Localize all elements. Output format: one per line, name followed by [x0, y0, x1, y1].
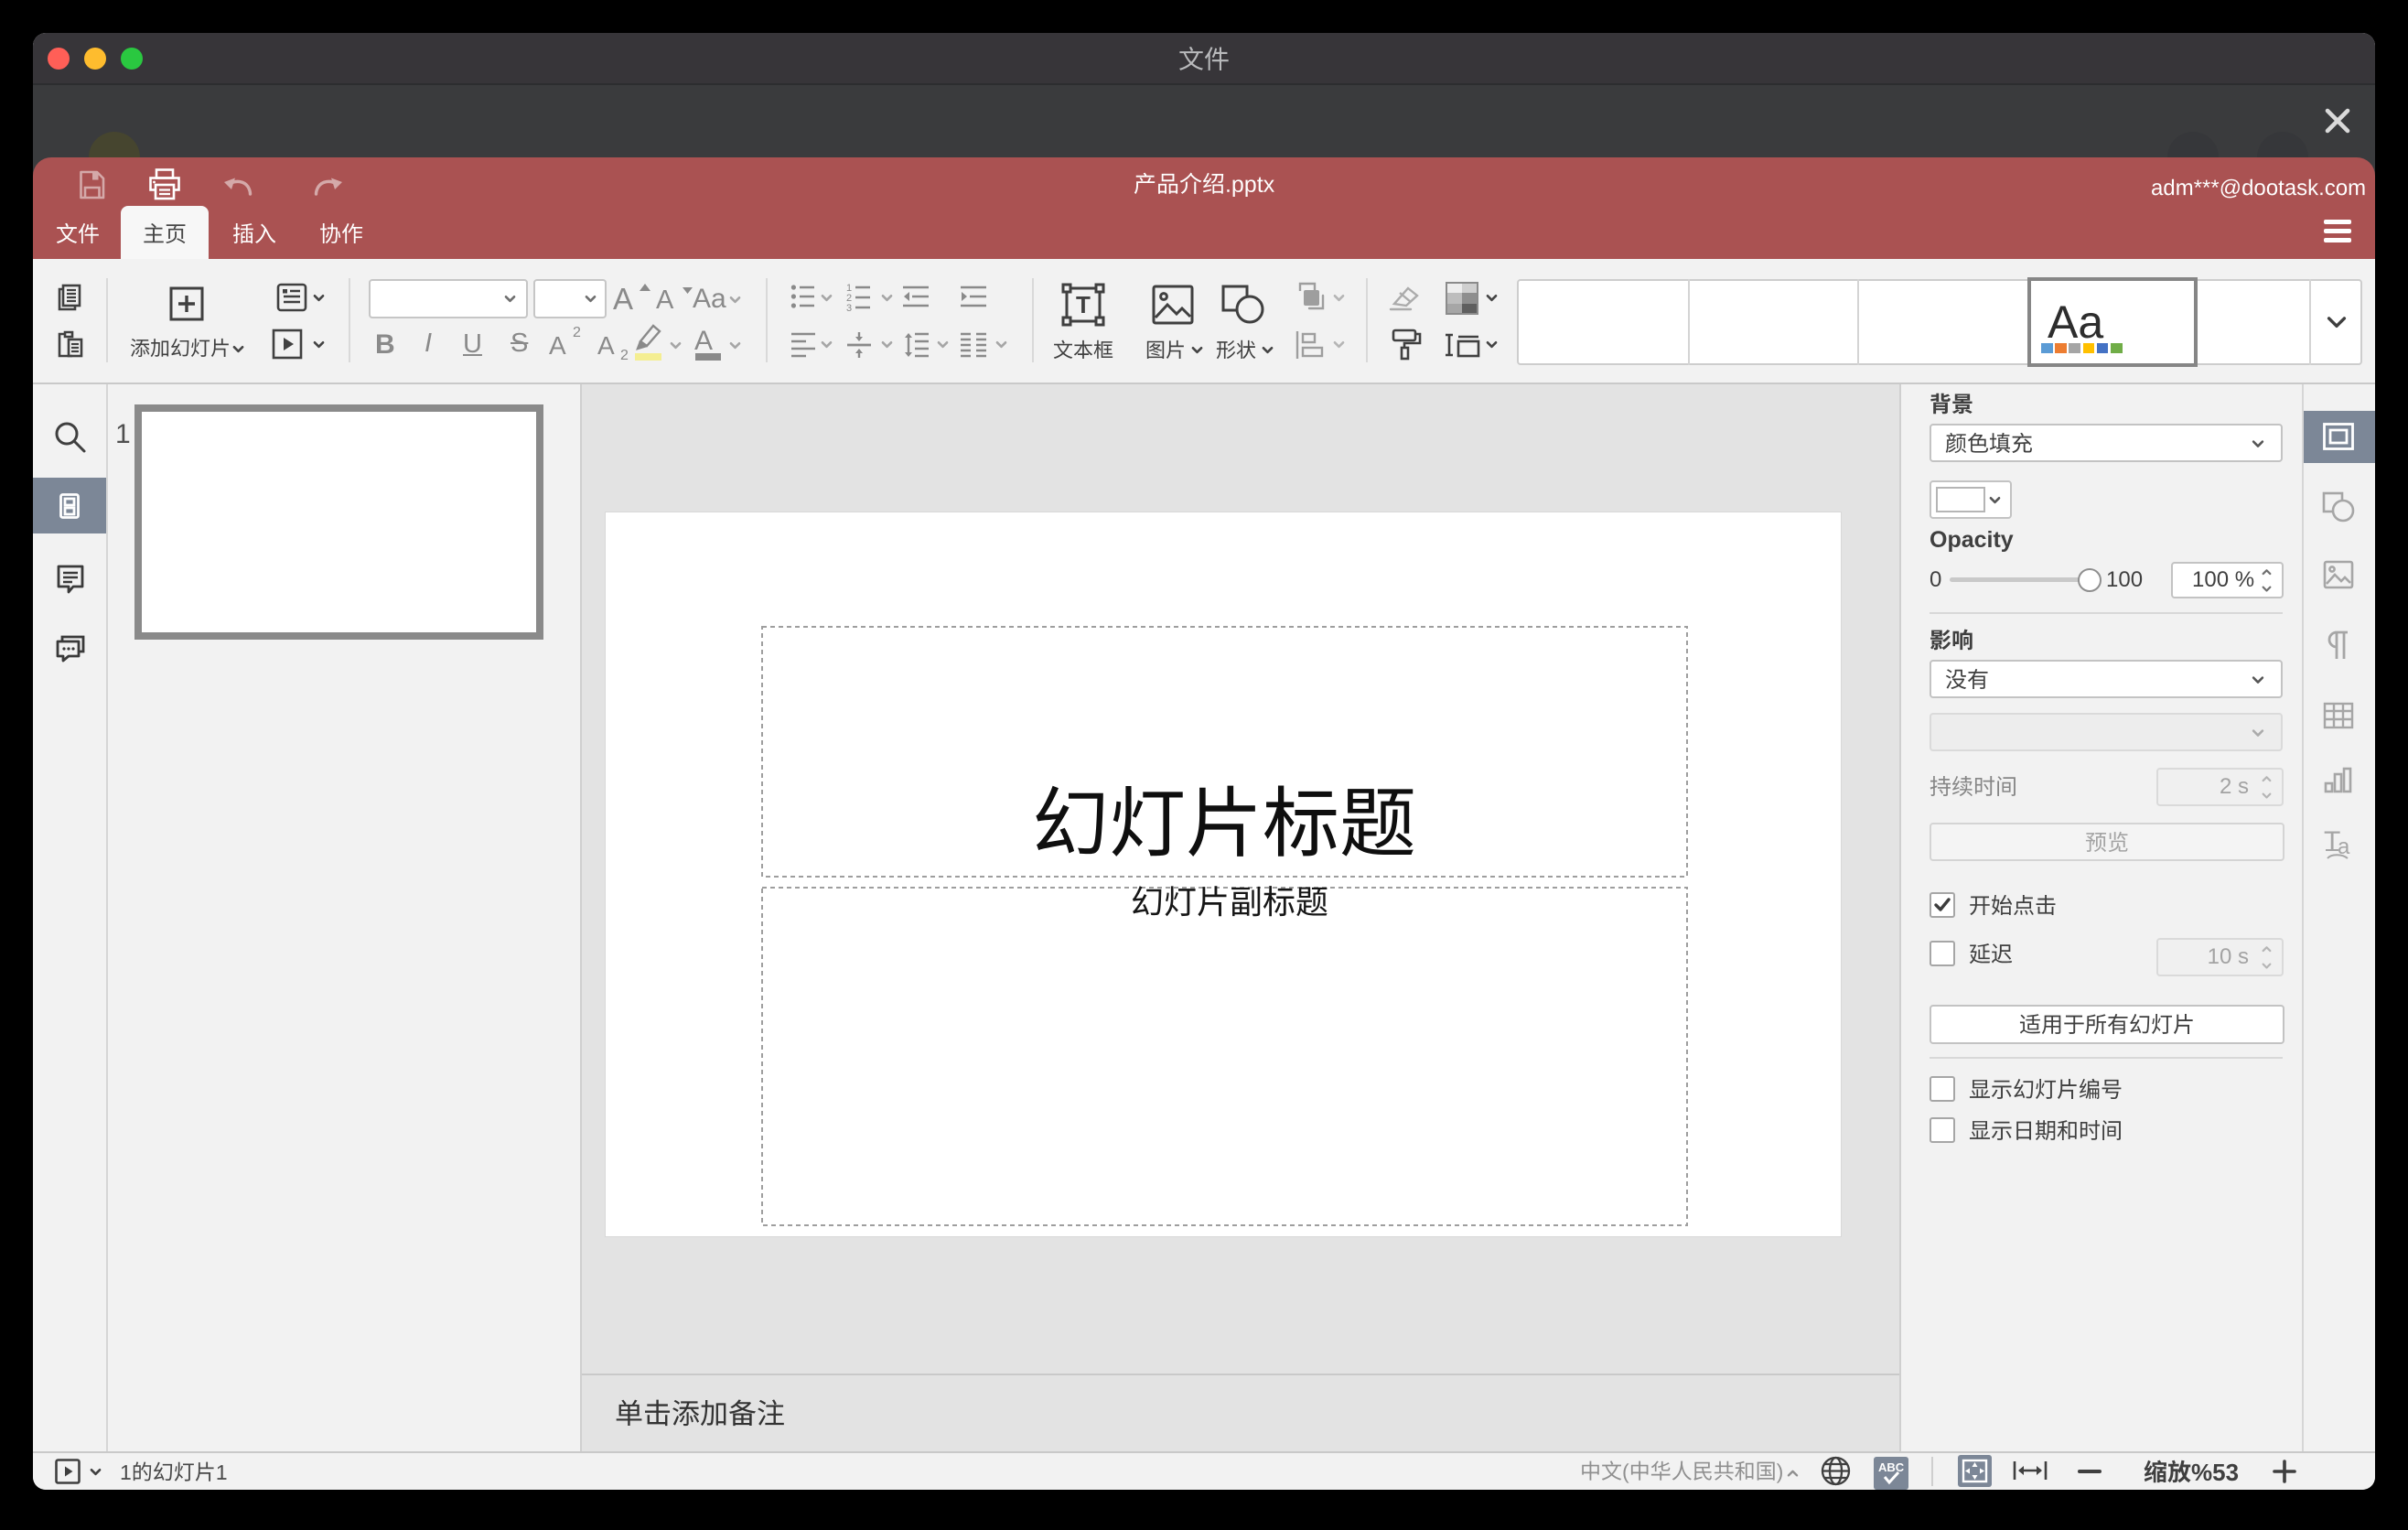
svg-text:T: T: [1076, 291, 1091, 318]
svg-text:3: 3: [846, 303, 852, 313]
svg-text:ABC: ABC: [1878, 1460, 1905, 1474]
